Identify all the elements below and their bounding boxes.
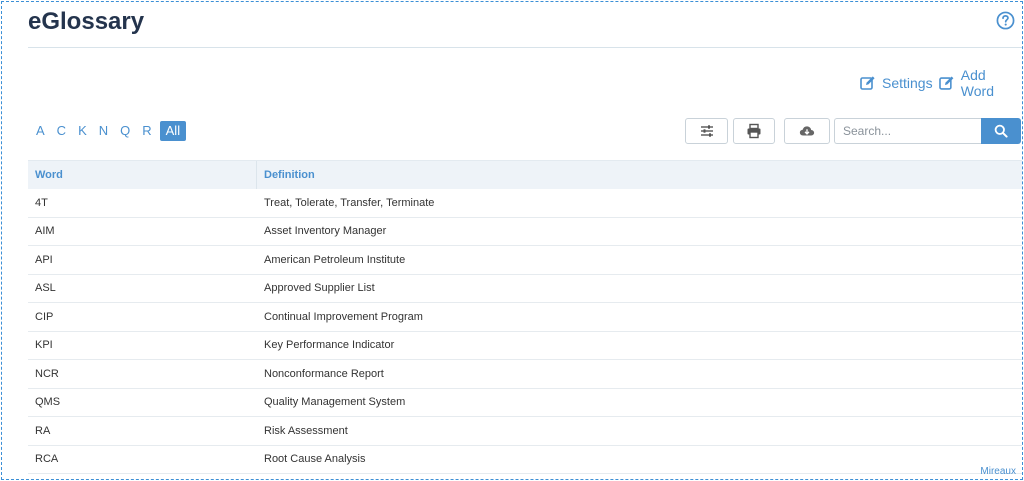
word-cell: KPI — [35, 339, 53, 352]
definition-cell: Key Performance Indicator — [264, 339, 395, 352]
column-header-definition[interactable]: Definition — [257, 161, 315, 189]
sliders-icon — [700, 125, 713, 137]
column-header-word[interactable]: Word — [28, 161, 257, 189]
search-input[interactable] — [834, 118, 982, 144]
glossary-frame: eGlossary Settings Add Word A C K N Q R … — [1, 1, 1023, 480]
settings-label: Settings — [882, 75, 933, 91]
table-row[interactable]: KPI Key Performance Indicator — [28, 332, 1022, 360]
table-row[interactable]: ASL Approved Supplier List — [28, 275, 1022, 303]
settings-link[interactable]: Settings — [860, 73, 933, 93]
table-row[interactable]: RA Risk Assessment — [28, 417, 1022, 446]
definition-cell: Approved Supplier List — [264, 282, 375, 295]
letter-filter-k[interactable]: K — [72, 121, 93, 141]
definition-cell: Asset Inventory Manager — [264, 225, 387, 238]
table-row[interactable]: RCA Root Cause Analysis — [28, 446, 1022, 474]
definition-cell: Quality Management System — [264, 396, 406, 409]
word-cell: ASL — [35, 282, 56, 295]
letter-filter-q[interactable]: Q — [114, 121, 136, 141]
table-row[interactable]: NCR Nonconformance Report — [28, 360, 1022, 389]
printer-icon — [747, 123, 761, 139]
definition-cell: Nonconformance Report — [264, 367, 384, 380]
definition-cell: Risk Assessment — [264, 424, 348, 437]
table-header: Word Definition — [28, 160, 1022, 189]
word-cell: 4T — [35, 196, 48, 209]
word-cell: RCA — [35, 453, 59, 466]
table-row[interactable]: QMS Quality Management System — [28, 389, 1022, 417]
word-cell: RA — [35, 424, 51, 437]
table-row[interactable]: 4T Treat, Tolerate, Transfer, Terminate — [28, 189, 1022, 218]
brand-watermark: Mireaux — [980, 466, 1016, 477]
letter-filter-n[interactable]: N — [93, 121, 114, 141]
word-cell: API — [35, 253, 53, 266]
add-word-label: Add Word — [960, 67, 994, 99]
definition-cell: Treat, Tolerate, Transfer, Terminate — [264, 196, 435, 209]
letter-filter-c[interactable]: C — [51, 121, 72, 141]
word-cell: NCR — [35, 367, 59, 380]
page-title: eGlossary — [28, 8, 145, 35]
letter-filter-r[interactable]: R — [136, 121, 157, 141]
edit-icon — [939, 76, 954, 90]
question-circle-icon[interactable] — [996, 11, 1015, 30]
definition-cell: American Petroleum Institute — [264, 253, 406, 266]
edit-icon — [860, 76, 875, 90]
filter-settings-button[interactable] — [685, 118, 728, 144]
definition-cell: Root Cause Analysis — [264, 453, 366, 466]
letter-filter-a[interactable]: A — [33, 121, 51, 141]
word-cell: AIM — [35, 225, 55, 238]
table-row[interactable]: API American Petroleum Institute — [28, 246, 1022, 275]
glossary-table: Word Definition 4T Treat, Tolerate, Tran… — [28, 160, 1022, 474]
print-button[interactable] — [733, 118, 775, 144]
download-button[interactable] — [784, 118, 830, 144]
letter-filter-all[interactable]: All — [159, 121, 187, 141]
word-cell: QMS — [35, 396, 61, 409]
table-row[interactable]: AIM Asset Inventory Manager — [28, 218, 1022, 246]
search-button[interactable] — [981, 118, 1021, 144]
word-cell: CIP — [35, 310, 54, 323]
table-row[interactable]: CIP Continual Improvement Program — [28, 303, 1022, 332]
alphabet-filter: A C K N Q R All — [33, 121, 187, 141]
header-divider — [28, 47, 1022, 48]
definition-cell: Continual Improvement Program — [264, 310, 423, 323]
search-icon — [994, 124, 1008, 138]
cloud-download-icon — [799, 126, 815, 136]
add-word-link[interactable]: Add Word — [939, 67, 1022, 99]
